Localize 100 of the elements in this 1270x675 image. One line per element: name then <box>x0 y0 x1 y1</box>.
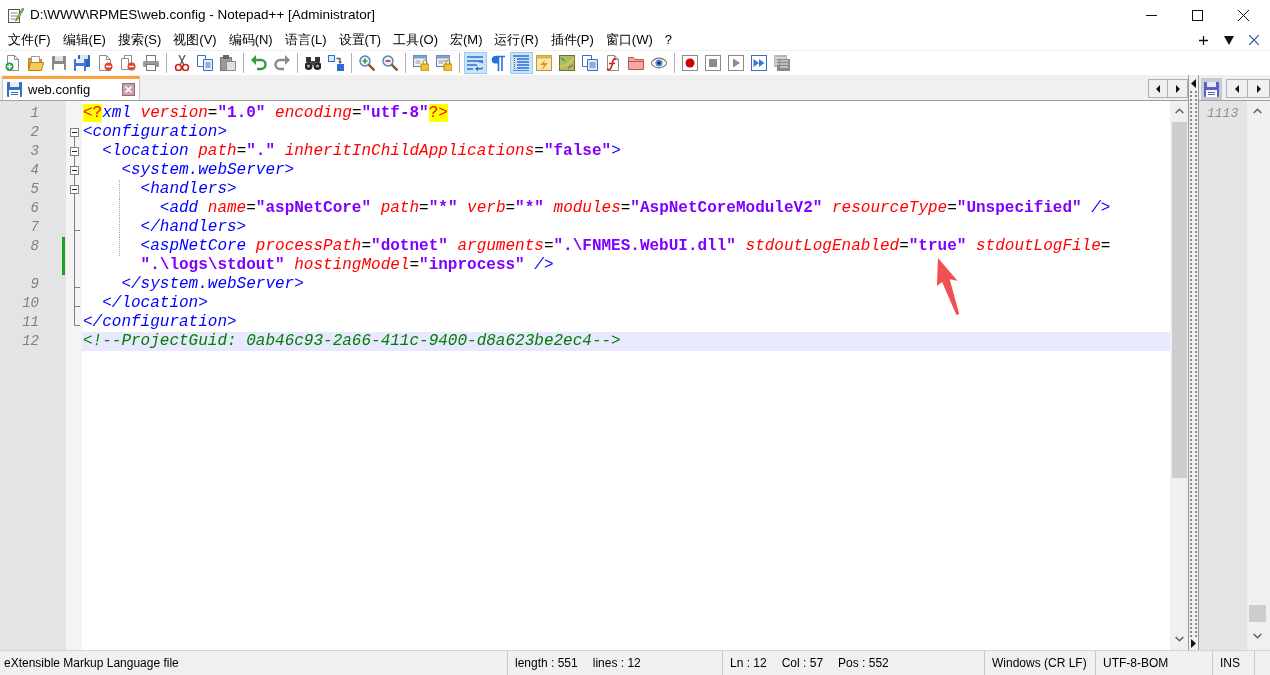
floppy-disks-icon[interactable] <box>74 55 90 71</box>
code-line: </system.webServer> <box>121 275 304 294</box>
code-line: <!--ProjectGuid: 0ab46c93-2a66-411c-9400-d8a623be2ec4--> <box>83 332 621 351</box>
status-text: Ln : 12 <box>730 657 767 669</box>
stop-square-icon[interactable] <box>705 55 721 71</box>
tab[interactable]: web.config <box>2 76 140 100</box>
menu-item[interactable]: 设置(T) <box>332 30 388 50</box>
code-line: <system.webServer> <box>121 161 295 180</box>
folder-icon[interactable] <box>628 55 644 71</box>
menu-item[interactable]: 搜索(S) <box>111 30 168 50</box>
redo-arrow-icon[interactable] <box>274 55 290 71</box>
window-lock-icon[interactable] <box>436 55 452 71</box>
status-text: eXtensible Markup Language file <box>4 657 179 669</box>
window-title: D:\WWW\RPMES\web.config - Notepad++ [Administrator] <box>30 8 376 22</box>
menu-item[interactable]: 宏(M) <box>443 30 489 50</box>
menu-item[interactable]: 插件(P) <box>544 30 600 50</box>
page-minus-icon[interactable] <box>97 55 113 71</box>
menu-item[interactable]: 窗口(W) <box>599 30 659 50</box>
right-triangle-icon <box>1256 84 1261 93</box>
notepad-pencil-icon <box>8 7 24 23</box>
swap-arrow-icon[interactable] <box>328 55 344 71</box>
scrollbar-thumb[interactable] <box>1248 605 1266 622</box>
pilcrow-icon[interactable] <box>490 55 506 71</box>
plus-icon[interactable] <box>1199 35 1208 45</box>
line-number: 1 <box>30 104 39 123</box>
minimize-icon[interactable] <box>1145 14 1157 16</box>
binoculars-icon[interactable] <box>305 55 321 71</box>
map-icon[interactable] <box>559 55 575 71</box>
second-view-tab[interactable] <box>1201 78 1222 100</box>
code-line: </handlers> <box>140 218 247 237</box>
code-line: <handlers> <box>140 180 237 199</box>
line-number: 11 <box>22 313 39 332</box>
fast-forward-icon[interactable] <box>751 55 767 71</box>
line-number: 2 <box>30 123 39 142</box>
scrollbar-thumb[interactable] <box>1171 122 1187 478</box>
window-lock-icon[interactable] <box>413 55 429 71</box>
folder-icon[interactable] <box>28 55 44 71</box>
right-triangle-icon <box>1175 84 1180 93</box>
vertical-scrollbar[interactable] <box>1170 101 1188 650</box>
tab-scroll-left-button[interactable] <box>1226 79 1248 98</box>
printer-icon[interactable] <box>143 55 159 71</box>
page-plus-icon[interactable] <box>5 55 21 71</box>
code-line: <location path="." inheritInChildApplications="false"> <box>102 142 621 161</box>
eye-icon[interactable] <box>651 55 667 71</box>
line-number: 8 <box>30 237 39 256</box>
status-text: UTF-8-BOM <box>1103 657 1169 669</box>
menu-item[interactable]: 编辑(E) <box>56 30 112 50</box>
menu-item[interactable]: 视图(V) <box>167 30 223 50</box>
status-text: lines : 12 <box>592 657 641 669</box>
pages-minus-icon[interactable] <box>120 55 136 71</box>
scroll-up-icon[interactable] <box>1252 107 1262 114</box>
right-triangle-icon[interactable] <box>1191 639 1196 648</box>
line-number: 5 <box>30 180 39 199</box>
code-line: <add name="aspNetCore" path="*" verb="*" modules="AspNetCoreModuleV2" resourceType="Unspecified" /> <box>159 199 1111 218</box>
line-number: 10 <box>22 294 39 313</box>
maximize-icon[interactable] <box>1191 9 1203 21</box>
fold-minus-icon[interactable] <box>70 161 79 180</box>
left-triangle-icon[interactable] <box>1191 79 1196 88</box>
fold-minus-icon[interactable] <box>70 180 79 199</box>
scroll-up-icon[interactable] <box>1174 107 1184 114</box>
dropdown-triangle-icon[interactable] <box>1224 35 1234 45</box>
grid-window-icon[interactable] <box>774 55 790 71</box>
scroll-down-icon[interactable] <box>1252 633 1262 639</box>
tab-scroll-right-button[interactable] <box>1168 79 1188 98</box>
magnifier-minus-icon[interactable] <box>382 55 398 71</box>
code-line: </location> <box>102 294 208 313</box>
menu-item[interactable]: 工具(O) <box>387 30 444 50</box>
undo-arrow-icon[interactable] <box>251 55 267 71</box>
clipboard-icon[interactable] <box>220 55 236 71</box>
splitter-grip[interactable] <box>1190 91 1197 637</box>
menu-item[interactable]: ? <box>658 30 679 50</box>
left-triangle-icon <box>1156 84 1160 93</box>
status-text: Col : 57 <box>781 657 824 669</box>
line-number: 6 <box>30 199 39 218</box>
fold-minus-icon[interactable] <box>70 142 79 161</box>
copy-pages-icon[interactable] <box>197 55 213 71</box>
record-dot-icon[interactable] <box>682 55 698 71</box>
menu-item[interactable]: 语言(L) <box>278 30 333 50</box>
status-text: Windows (CR LF) <box>992 657 1087 669</box>
tab-scroll-left-button[interactable] <box>1148 79 1168 98</box>
close-icon[interactable] <box>1237 9 1249 21</box>
code-line: ".\logs\stdout" hostingModel="inprocess" /> <box>140 256 554 275</box>
line-number: 1113 <box>1207 105 1240 123</box>
tab-label: web.config <box>28 83 91 96</box>
magnifier-plus-icon[interactable] <box>359 55 375 71</box>
menu-item[interactable]: 编码(N) <box>222 30 279 50</box>
status-text: Pos : 552 <box>838 657 889 669</box>
curve-page-icon[interactable] <box>605 55 621 71</box>
line-number: 12 <box>22 332 39 351</box>
scroll-down-icon[interactable] <box>1174 636 1184 642</box>
vertical-scrollbar[interactable] <box>1247 101 1270 650</box>
left-triangle-icon <box>1235 84 1239 93</box>
menu-item[interactable]: 文件(F) <box>2 30 57 50</box>
line-number: 3 <box>30 142 39 161</box>
tab-scroll-right-button[interactable] <box>1248 79 1270 98</box>
menu-item[interactable]: 运行(R) <box>488 30 545 50</box>
close-icon[interactable] <box>1249 35 1259 45</box>
scissors-icon[interactable] <box>174 55 190 71</box>
stacked-pages-icon[interactable] <box>582 55 598 71</box>
status-text: INS <box>1220 657 1240 669</box>
